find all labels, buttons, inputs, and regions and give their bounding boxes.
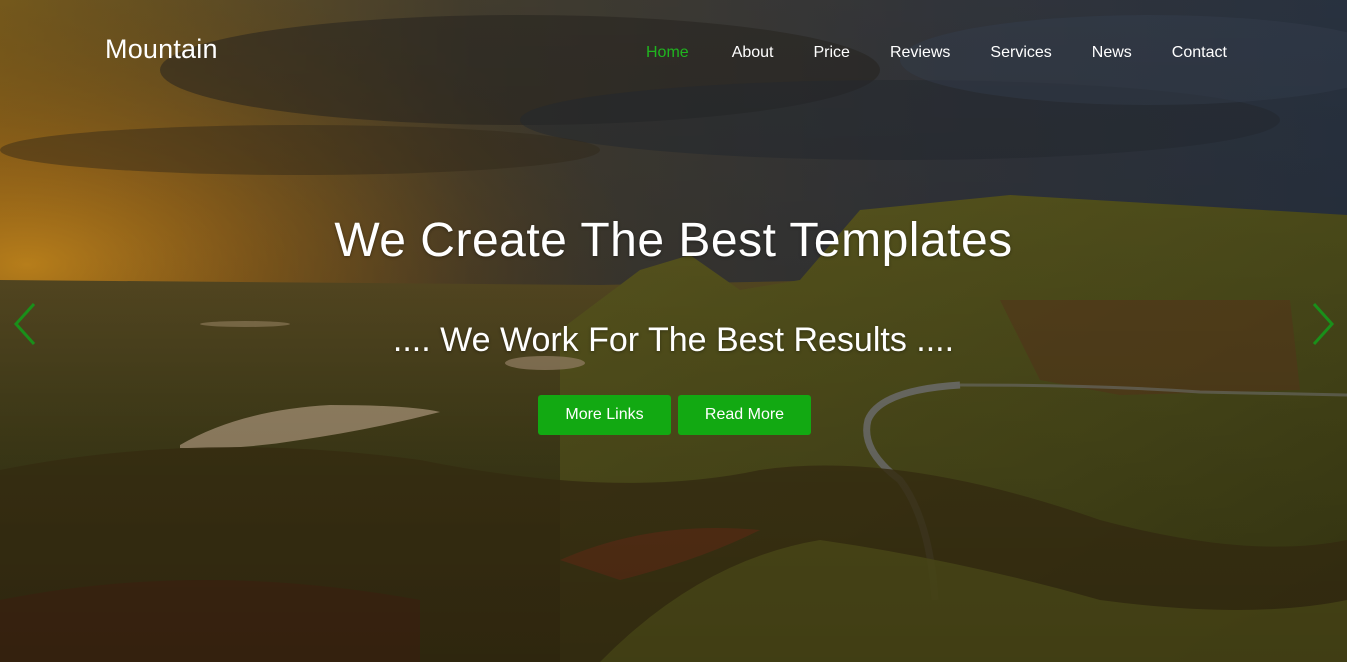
nav-item-price[interactable]: Price <box>814 44 850 62</box>
more-links-button[interactable]: More Links <box>538 395 671 435</box>
hero-subline: .... We Work For The Best Results .... <box>392 321 955 359</box>
nav-item-reviews[interactable]: Reviews <box>890 44 950 62</box>
hero-headline: We Create The Best Templates <box>334 214 1013 267</box>
nav-item-about[interactable]: About <box>732 44 774 62</box>
read-more-button[interactable]: Read More <box>678 395 811 435</box>
nav-item-home[interactable]: Home <box>646 44 689 62</box>
nav-item-services[interactable]: Services <box>990 44 1051 62</box>
hero-slider: Mountain Home About Price Reviews Servic… <box>0 0 1347 662</box>
main-nav: Home About Price Reviews Services News C… <box>640 44 1227 62</box>
nav-item-news[interactable]: News <box>1092 44 1132 62</box>
nav-item-contact[interactable]: Contact <box>1172 44 1227 62</box>
brand-logo[interactable]: Mountain <box>105 34 218 65</box>
